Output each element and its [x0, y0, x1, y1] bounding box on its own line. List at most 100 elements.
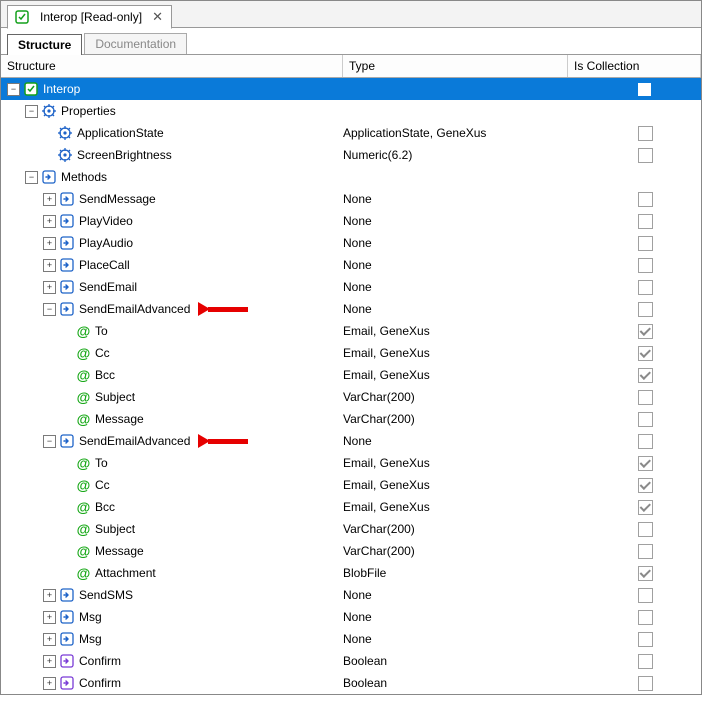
is-collection-checkbox[interactable]	[638, 214, 653, 229]
header-iscollection[interactable]: Is Collection	[568, 55, 701, 77]
is-collection-checkbox[interactable]	[638, 566, 653, 581]
tree-row[interactable]: −Properties	[1, 100, 701, 122]
tree-row[interactable]: −SendEmailAdvancedNone	[1, 430, 701, 452]
close-icon[interactable]: ✕	[152, 9, 163, 25]
tree-row[interactable]: @SubjectVarChar(200)	[1, 386, 701, 408]
tree-row[interactable]: @MessageVarChar(200)	[1, 408, 701, 430]
expand-icon[interactable]: +	[43, 677, 56, 690]
is-collection-checkbox[interactable]	[638, 236, 653, 251]
collapse-icon[interactable]: −	[43, 435, 56, 448]
tree-spacer	[61, 524, 72, 535]
tree-row[interactable]: +PlayAudioNone	[1, 232, 701, 254]
method-icon	[59, 301, 75, 317]
tree-row[interactable]: +ConfirmBoolean	[1, 672, 701, 694]
expand-icon[interactable]: +	[43, 281, 56, 294]
tree-row[interactable]: @ToEmail, GeneXus	[1, 320, 701, 342]
type-label: Email, GeneXus	[343, 346, 430, 360]
tree-row[interactable]: +MsgNone	[1, 628, 701, 650]
expand-icon[interactable]: +	[43, 611, 56, 624]
collapse-icon[interactable]: −	[25, 171, 38, 184]
is-collection-checkbox[interactable]	[638, 258, 653, 273]
type-label: None	[343, 214, 372, 228]
grid-header: Structure Type Is Collection	[1, 55, 701, 78]
file-tab-interop[interactable]: Interop [Read-only] ✕	[7, 5, 172, 29]
collapse-icon[interactable]: −	[7, 83, 20, 96]
tab-structure[interactable]: Structure	[7, 34, 82, 55]
is-collection-checkbox[interactable]	[638, 324, 653, 339]
is-collection-checkbox[interactable]	[638, 478, 653, 493]
type-label: ApplicationState, GeneXus	[343, 126, 486, 140]
type-label: Boolean	[343, 654, 387, 668]
expand-icon[interactable]: +	[43, 655, 56, 668]
is-collection-checkbox[interactable]	[638, 302, 653, 317]
header-type[interactable]: Type	[343, 55, 568, 77]
collapse-icon[interactable]: −	[25, 105, 38, 118]
type-label: None	[343, 236, 372, 250]
is-collection-checkbox[interactable]	[638, 412, 653, 427]
tree-row[interactable]: ScreenBrightnessNumeric(6.2)	[1, 144, 701, 166]
is-collection-checkbox[interactable]	[638, 610, 653, 625]
is-collection-checkbox[interactable]	[638, 148, 653, 163]
tree-row[interactable]: @CcEmail, GeneXus	[1, 474, 701, 496]
collapse-icon[interactable]: −	[43, 303, 56, 316]
tree-row[interactable]: +SendMessageNone	[1, 188, 701, 210]
is-collection-checkbox[interactable]	[638, 654, 653, 669]
at-icon: @	[75, 411, 91, 427]
tree-row[interactable]: @ToEmail, GeneXus	[1, 452, 701, 474]
is-collection-checkbox[interactable]	[638, 588, 653, 603]
is-collection-checkbox[interactable]	[638, 676, 653, 691]
is-collection-checkbox[interactable]	[638, 368, 653, 383]
node-label: PlayVideo	[79, 214, 133, 228]
tree-row[interactable]: @MessageVarChar(200)	[1, 540, 701, 562]
tree-spacer	[61, 568, 72, 579]
is-collection-checkbox[interactable]	[638, 500, 653, 515]
type-label: Email, GeneXus	[343, 500, 430, 514]
tree-row[interactable]: +ConfirmBoolean	[1, 650, 701, 672]
is-collection-checkbox[interactable]	[638, 522, 653, 537]
tree-row[interactable]: +SendEmailNone	[1, 276, 701, 298]
tree-row[interactable]: ApplicationStateApplicationState, GeneXu…	[1, 122, 701, 144]
node-label: SendEmailAdvanced	[79, 434, 190, 448]
at-icon: @	[75, 521, 91, 537]
tree-row[interactable]: @BccEmail, GeneXus	[1, 364, 701, 386]
is-collection-checkbox[interactable]	[638, 434, 653, 449]
node-label: Message	[95, 412, 144, 426]
is-collection-checkbox[interactable]	[638, 456, 653, 471]
tree-row[interactable]: @CcEmail, GeneXus	[1, 342, 701, 364]
tree-row[interactable]: −Methods	[1, 166, 701, 188]
is-collection-checkbox[interactable]	[638, 632, 653, 647]
tree-spacer	[61, 326, 72, 337]
is-collection-checkbox[interactable]	[638, 390, 653, 405]
header-structure[interactable]: Structure	[1, 55, 343, 77]
is-collection-checkbox[interactable]	[638, 192, 653, 207]
tree-row[interactable]: @AttachmentBlobFile	[1, 562, 701, 584]
is-collection-checkbox[interactable]	[638, 544, 653, 559]
expand-icon[interactable]: +	[43, 589, 56, 602]
tree-row[interactable]: @SubjectVarChar(200)	[1, 518, 701, 540]
tree-row[interactable]: −Interop	[1, 78, 701, 100]
node-label: Msg	[79, 610, 102, 624]
tab-documentation[interactable]: Documentation	[84, 33, 187, 54]
method-icon	[59, 257, 75, 273]
tree-row[interactable]: +MsgNone	[1, 606, 701, 628]
tree-grid[interactable]: −Interop−PropertiesApplicationStateAppli…	[1, 78, 701, 694]
tree-row[interactable]: + PlayVideo None	[1, 210, 701, 232]
tree-spacer	[61, 502, 72, 513]
expand-icon[interactable]: +	[43, 215, 56, 228]
expand-icon[interactable]: +	[43, 237, 56, 250]
expand-icon[interactable]: +	[43, 633, 56, 646]
method-icon	[59, 587, 75, 603]
is-collection-checkbox[interactable]	[638, 126, 653, 141]
node-label: Attachment	[95, 566, 156, 580]
expand-icon[interactable]: +	[43, 259, 56, 272]
object-icon	[14, 9, 30, 25]
tree-row[interactable]: @BccEmail, GeneXus	[1, 496, 701, 518]
tree-row[interactable]: −SendEmailAdvancedNone	[1, 298, 701, 320]
svg-text:@: @	[76, 500, 90, 515]
is-collection-checkbox[interactable]	[638, 346, 653, 361]
tree-row[interactable]: +PlaceCallNone	[1, 254, 701, 276]
is-collection-checkbox[interactable]	[638, 280, 653, 295]
file-tabstrip: Interop [Read-only] ✕	[1, 1, 701, 28]
expand-icon[interactable]: +	[43, 193, 56, 206]
tree-row[interactable]: +SendSMSNone	[1, 584, 701, 606]
